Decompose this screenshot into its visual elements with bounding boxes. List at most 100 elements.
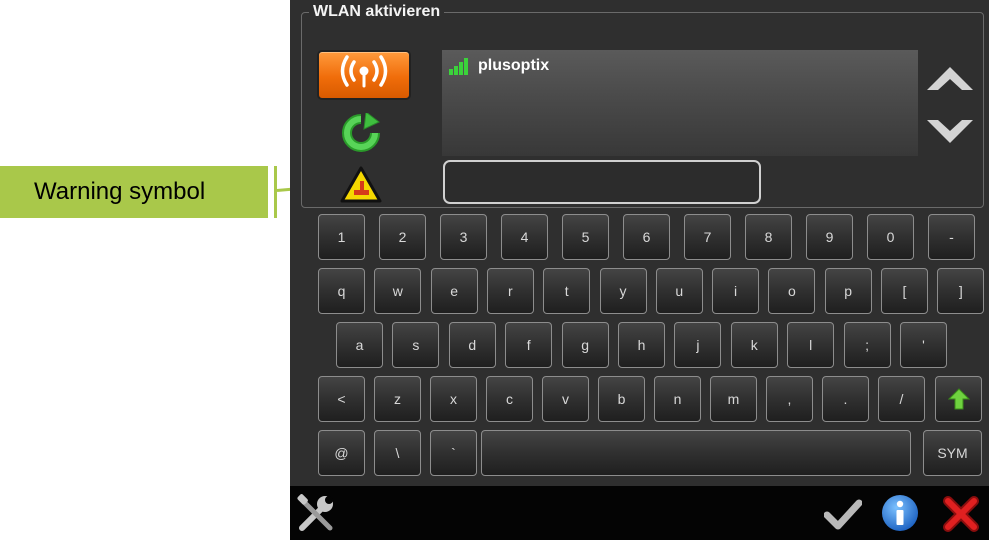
warning-symbol-callout: Warning symbol: [0, 166, 268, 218]
key-label: p: [844, 283, 853, 299]
key-label: d: [468, 337, 477, 353]
key[interactable]: @: [318, 430, 365, 476]
key[interactable]: ,: [766, 376, 813, 422]
key-label: ]: [958, 283, 963, 299]
key[interactable]: <: [318, 376, 365, 422]
key-label: 1: [337, 229, 346, 245]
key[interactable]: t: [543, 268, 591, 314]
key-space[interactable]: [481, 430, 911, 476]
key-label: 9: [825, 229, 834, 245]
scroll-down-arrow-icon[interactable]: [926, 118, 974, 144]
key-label: a: [355, 337, 364, 353]
key-label: 0: [886, 229, 895, 245]
key[interactable]: 9: [806, 214, 853, 260]
key[interactable]: 2: [379, 214, 426, 260]
key[interactable]: -: [928, 214, 975, 260]
key[interactable]: \: [374, 430, 421, 476]
key[interactable]: ;: [843, 322, 891, 368]
info-icon[interactable]: [880, 493, 920, 533]
key[interactable]: 8: [745, 214, 792, 260]
network-item[interactable]: plusoptix: [448, 57, 549, 75]
network-list[interactable]: plusoptix: [442, 50, 918, 156]
key[interactable]: w: [374, 268, 422, 314]
key-label: j: [696, 337, 700, 353]
key[interactable]: g: [561, 322, 609, 368]
key-label: f: [526, 337, 531, 353]
key[interactable]: r: [486, 268, 534, 314]
scroll-up-arrow-icon[interactable]: [926, 66, 974, 92]
key[interactable]: i: [712, 268, 760, 314]
key[interactable]: 1: [318, 214, 365, 260]
key[interactable]: u: [655, 268, 703, 314]
key-label: ;: [865, 337, 870, 353]
key[interactable]: f: [505, 322, 553, 368]
key[interactable]: c: [486, 376, 533, 422]
close-icon[interactable]: [943, 496, 979, 532]
key[interactable]: h: [618, 322, 665, 368]
key-label: o: [787, 283, 796, 299]
key-label: s: [412, 337, 420, 353]
wlan-title: WLAN aktivieren: [309, 3, 445, 21]
key[interactable]: v: [542, 376, 589, 422]
key-sym[interactable]: SYM: [923, 430, 982, 476]
key[interactable]: s: [392, 322, 440, 368]
key[interactable]: e: [430, 268, 478, 314]
key-label: r: [508, 283, 513, 299]
key[interactable]: o: [768, 268, 816, 314]
key-label: \: [395, 445, 400, 461]
key-shift[interactable]: [935, 376, 982, 422]
refresh-icon[interactable]: [339, 113, 383, 153]
tools-icon[interactable]: [296, 494, 336, 534]
key-label: ,: [787, 391, 792, 407]
key-label: 5: [581, 229, 590, 245]
key-label: 2: [398, 229, 407, 245]
key[interactable]: 0: [867, 214, 914, 260]
key-label: k: [750, 337, 758, 353]
key[interactable]: 7: [684, 214, 731, 260]
key-label: @: [334, 445, 349, 461]
key[interactable]: 6: [623, 214, 670, 260]
key-label: 4: [520, 229, 529, 245]
key[interactable]: x: [430, 376, 477, 422]
key[interactable]: q: [318, 268, 365, 314]
key-label: `: [451, 445, 456, 461]
key-label: t: [564, 283, 569, 299]
callout-label: Warning symbol: [34, 178, 206, 205]
key[interactable]: ': [900, 322, 947, 368]
key[interactable]: b: [598, 376, 645, 422]
key-label: .: [843, 391, 848, 407]
key-label: [: [902, 283, 907, 299]
checkmark-icon[interactable]: [824, 498, 862, 530]
warning-icon: [340, 166, 382, 203]
key[interactable]: ]: [937, 268, 985, 314]
key[interactable]: .: [822, 376, 869, 422]
key[interactable]: 5: [562, 214, 609, 260]
key-label: x: [450, 391, 457, 407]
key-label: z: [394, 391, 401, 407]
key-label: -: [949, 229, 954, 245]
key-label: v: [562, 391, 569, 407]
key[interactable]: 3: [440, 214, 487, 260]
key[interactable]: k: [730, 322, 778, 368]
key-label: <: [337, 391, 346, 407]
key-label: /: [899, 391, 904, 407]
key[interactable]: [: [881, 268, 928, 314]
key[interactable]: p: [824, 268, 872, 314]
key[interactable]: y: [599, 268, 647, 314]
onscreen-keyboard: - 0 9 8 7 6 5 4 3 2 1 ] [ p o i u y t r e w q '; l k j h g f d s a /.,…: [301, 214, 985, 480]
key[interactable]: d: [448, 322, 496, 368]
key[interactable]: 4: [501, 214, 548, 260]
key[interactable]: a: [336, 322, 383, 368]
key[interactable]: /: [878, 376, 925, 422]
key-label: i: [734, 283, 738, 299]
wifi-toggle-button[interactable]: [317, 50, 411, 100]
key[interactable]: `: [430, 430, 477, 476]
key[interactable]: n: [654, 376, 701, 422]
key-label: l: [809, 337, 813, 353]
password-input[interactable]: [443, 160, 761, 204]
key[interactable]: l: [787, 322, 835, 368]
key[interactable]: j: [674, 322, 722, 368]
key-label: 3: [459, 229, 468, 245]
key[interactable]: m: [710, 376, 757, 422]
key[interactable]: z: [374, 376, 421, 422]
